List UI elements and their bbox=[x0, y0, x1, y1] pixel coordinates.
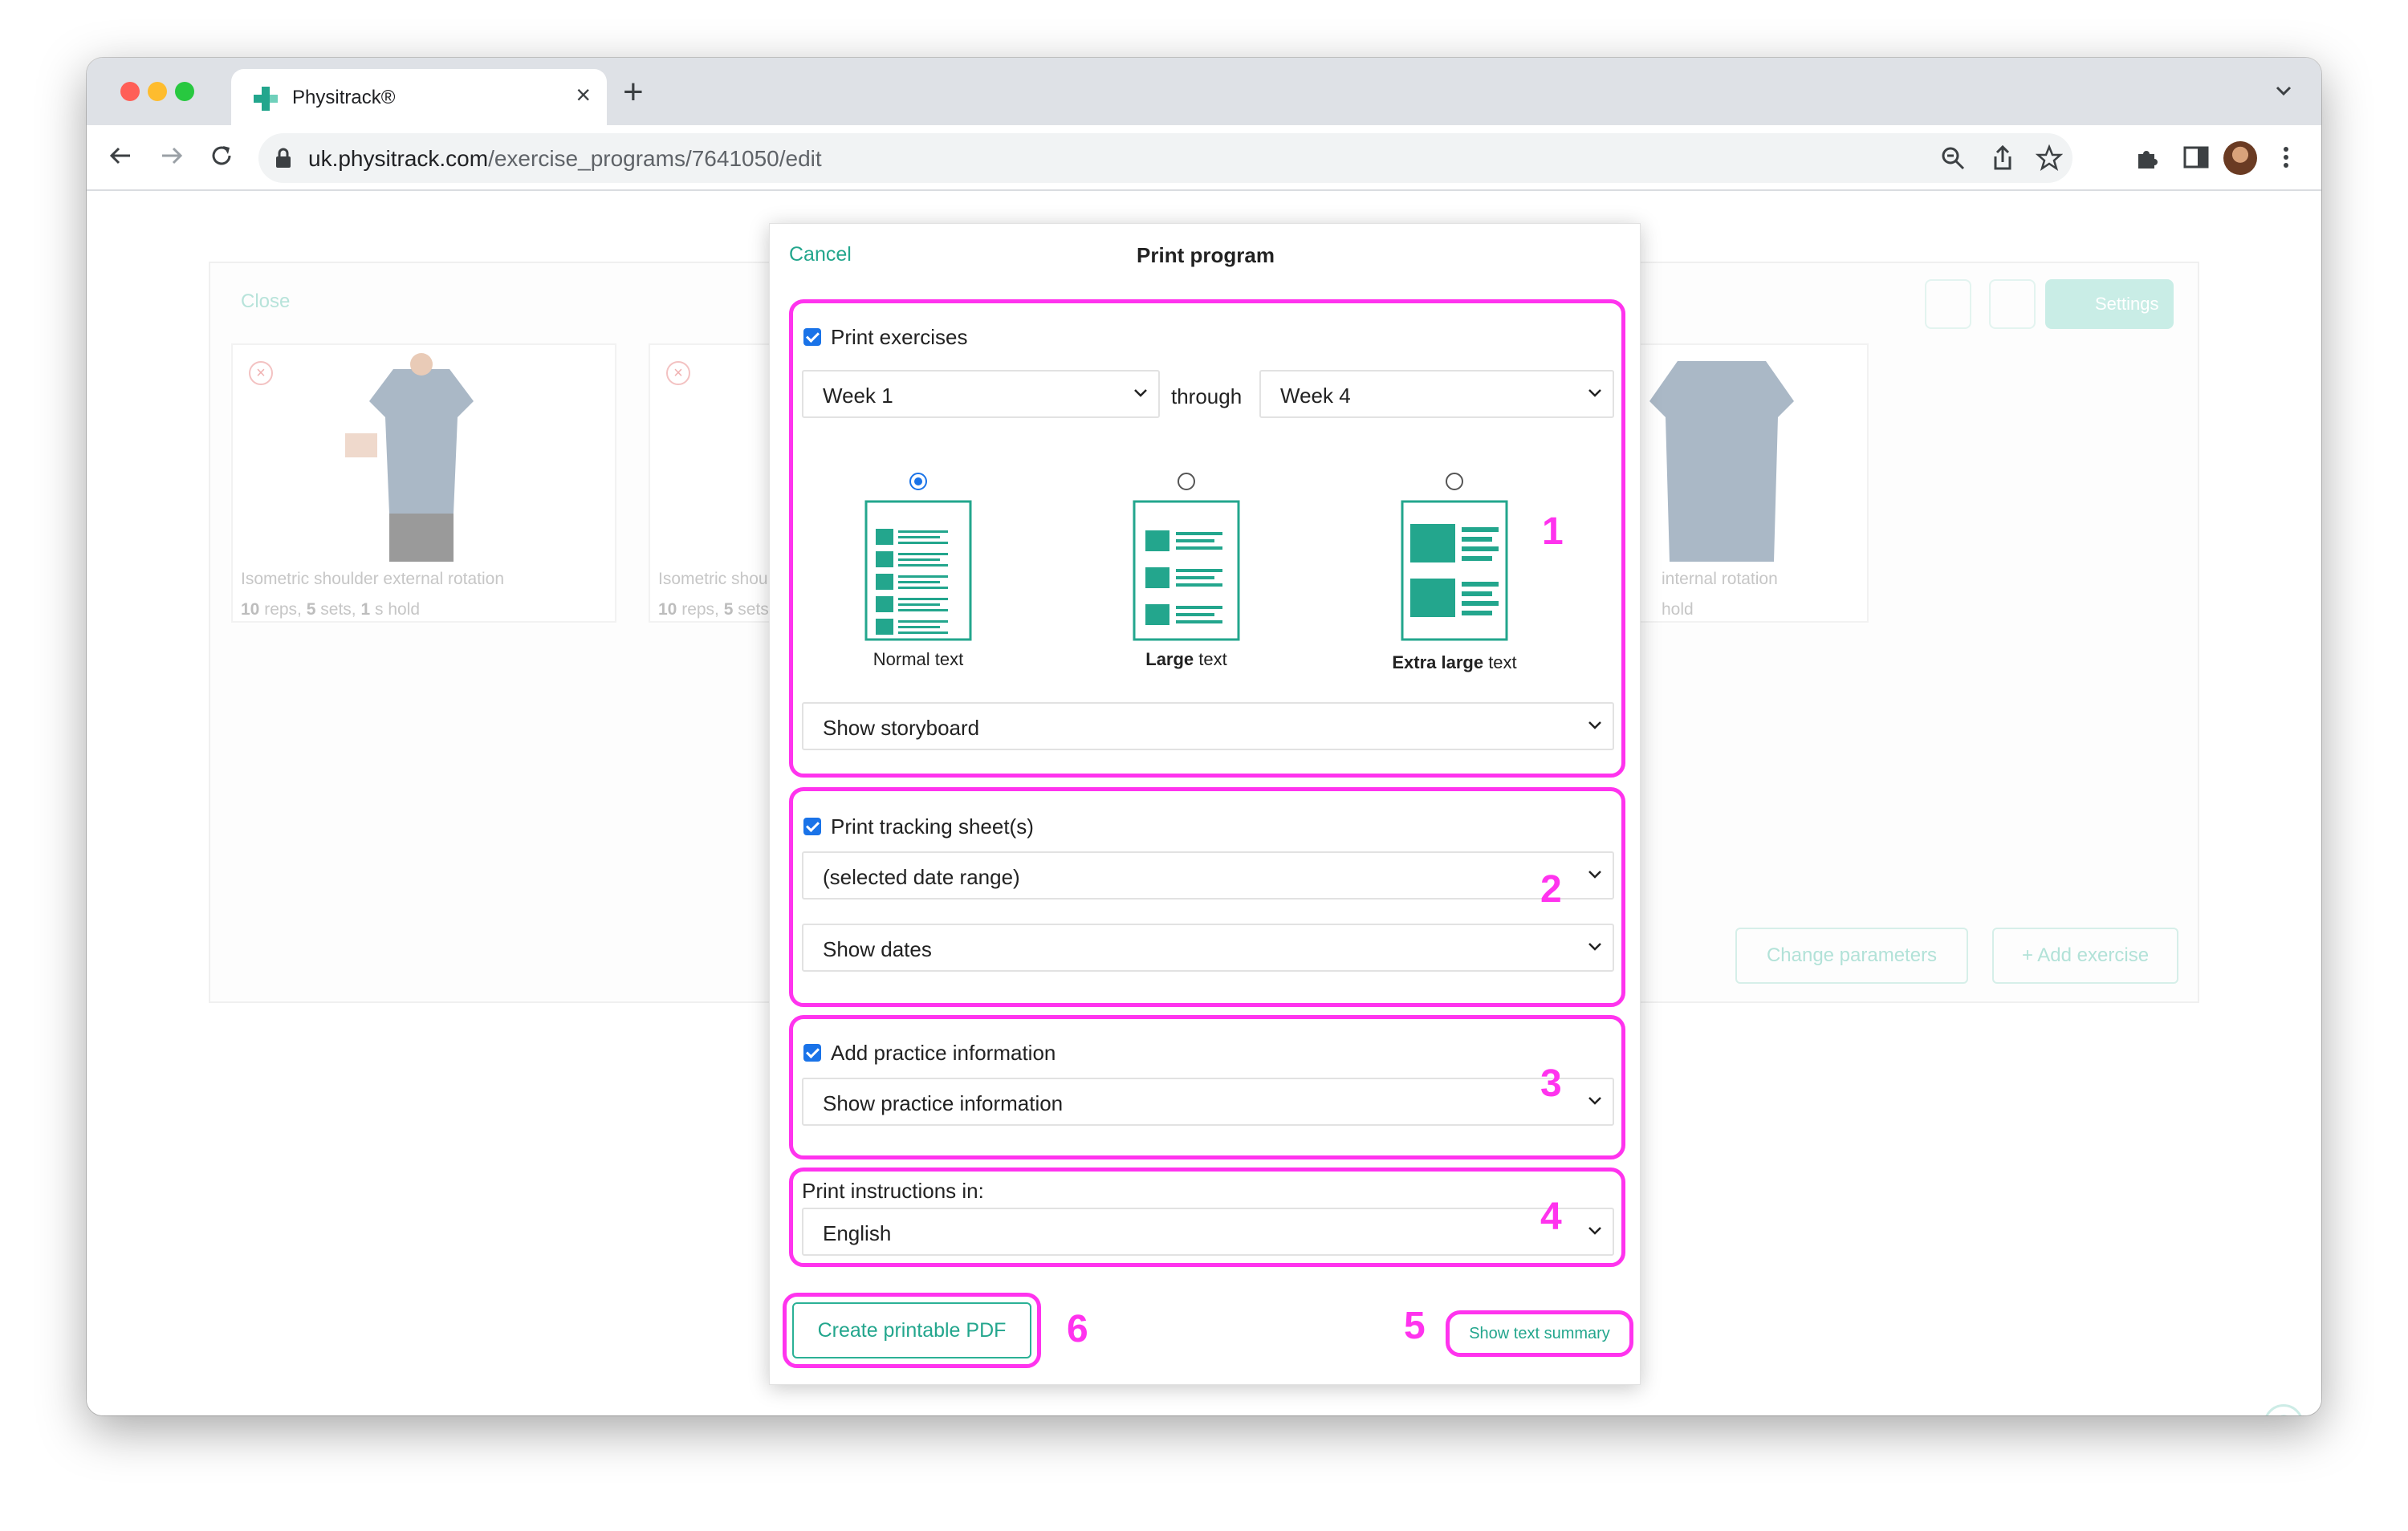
lock-icon[interactable] bbox=[275, 148, 292, 169]
profile-avatar[interactable] bbox=[2223, 141, 2257, 175]
bookmark-star-icon[interactable] bbox=[2036, 144, 2063, 172]
add-exercise-button[interactable]: + Add exercise bbox=[1992, 928, 2178, 984]
url-host: uk.physitrack.com bbox=[308, 146, 489, 171]
remove-exercise-icon[interactable]: × bbox=[249, 361, 273, 385]
chevron-down-icon bbox=[1588, 943, 1601, 951]
print-tracking-label: Print tracking sheet(s) bbox=[831, 814, 1034, 839]
print-program-dialog: Cancel Print program Print exercises Wee… bbox=[769, 223, 1641, 1385]
large-text-caption: Large text bbox=[1145, 649, 1227, 669]
chevron-down-icon bbox=[1588, 1227, 1601, 1235]
forward-icon[interactable] bbox=[156, 140, 188, 172]
extensions-icon[interactable] bbox=[2133, 143, 2162, 172]
large-text-radio[interactable] bbox=[1178, 473, 1195, 490]
copy-program-button[interactable] bbox=[1925, 279, 1971, 329]
back-icon[interactable] bbox=[104, 140, 136, 172]
exercise-image bbox=[1649, 361, 1794, 562]
add-practice-info-label: Add practice information bbox=[831, 1041, 1056, 1065]
chevron-down-icon bbox=[1134, 389, 1147, 397]
extra-large-text-radio[interactable] bbox=[1446, 473, 1463, 490]
tab-search-chevron-icon[interactable] bbox=[2272, 79, 2296, 103]
dialog-title: Print program bbox=[1137, 243, 1275, 267]
print-instructions-label: Print instructions in: bbox=[802, 1179, 984, 1203]
reload-icon[interactable] bbox=[205, 140, 238, 172]
annotation-number-4: 4 bbox=[1540, 1196, 1562, 1238]
add-practice-info-checkbox[interactable] bbox=[803, 1044, 821, 1062]
print-tracking-checkbox[interactable] bbox=[803, 818, 821, 835]
remove-exercise-icon[interactable]: × bbox=[666, 361, 690, 385]
close-window-button[interactable] bbox=[120, 82, 140, 101]
date-range-select[interactable]: (selected date range) bbox=[802, 851, 1614, 900]
exercise-dose: 10 reps, 5 sets, 1 s hold bbox=[241, 600, 421, 619]
print-program-button[interactable] bbox=[1989, 279, 2036, 329]
chevron-down-icon bbox=[1588, 721, 1601, 729]
practice-info-value: Show practice information bbox=[823, 1091, 1064, 1115]
exercise-name: internal rotation bbox=[1662, 570, 1778, 588]
exercise-card[interactable]: × Isometric shoulder external rotation 1… bbox=[231, 343, 616, 623]
normal-text-caption: Normal text bbox=[872, 649, 964, 669]
address-bar[interactable]: uk.physitrack.com/exercise_programs/7641… bbox=[258, 133, 2072, 183]
to-week-select[interactable]: Week 4 bbox=[1259, 370, 1614, 418]
browser-tab[interactable]: Physitrack® × bbox=[231, 69, 607, 125]
language-select[interactable]: English bbox=[802, 1208, 1614, 1256]
from-week-value: Week 1 bbox=[823, 384, 893, 408]
tab-title: Physitrack® bbox=[292, 87, 396, 108]
through-label: through bbox=[1171, 384, 1243, 408]
url-path: /exercise_programs/7641050/edit bbox=[488, 146, 822, 171]
practice-info-select[interactable]: Show practice information bbox=[802, 1078, 1614, 1126]
extra-large-text-caption: Extra large text bbox=[1392, 652, 1517, 672]
normal-text-radio[interactable] bbox=[909, 473, 927, 490]
browser-toolbar: uk.physitrack.com/exercise_programs/7641… bbox=[87, 125, 2321, 191]
annotation-number-3: 3 bbox=[1540, 1062, 1562, 1105]
create-printable-pdf-button[interactable]: Create printable PDF bbox=[792, 1302, 1031, 1358]
exercise-dose: hold bbox=[1662, 600, 1694, 619]
print-exercises-label: Print exercises bbox=[831, 325, 968, 349]
zoom-icon[interactable] bbox=[1939, 144, 1967, 172]
storyboard-select[interactable]: Show storyboard bbox=[802, 702, 1614, 750]
to-week-value: Week 4 bbox=[1280, 384, 1351, 408]
storyboard-value: Show storyboard bbox=[823, 716, 980, 740]
annotation-number-5: 5 bbox=[1404, 1305, 1426, 1347]
physitrack-logo-icon bbox=[254, 87, 278, 111]
new-tab-icon[interactable]: + bbox=[623, 72, 644, 112]
large-text-layout-icon[interactable] bbox=[1133, 500, 1240, 641]
minimize-window-button[interactable] bbox=[148, 82, 167, 101]
show-dates-value: Show dates bbox=[823, 937, 932, 961]
show-dates-select[interactable]: Show dates bbox=[802, 924, 1614, 972]
more-menu-icon[interactable] bbox=[2272, 143, 2300, 172]
exercise-image bbox=[345, 353, 474, 562]
maximize-window-button[interactable] bbox=[175, 82, 194, 101]
settings-button[interactable]: Settings bbox=[2045, 279, 2174, 329]
chevron-down-icon bbox=[1588, 871, 1601, 879]
help-icon[interactable]: ? bbox=[2264, 1404, 2304, 1415]
show-text-summary-button[interactable]: Show text summary bbox=[1454, 1317, 1625, 1350]
close-tab-icon[interactable]: × bbox=[576, 80, 591, 110]
url-text: uk.physitrack.com/exercise_programs/7641… bbox=[308, 146, 822, 172]
language-value: English bbox=[823, 1221, 892, 1245]
chevron-down-icon bbox=[1588, 389, 1601, 397]
date-range-value: (selected date range) bbox=[823, 865, 1020, 889]
annotation-number-1: 1 bbox=[1542, 510, 1564, 553]
share-icon[interactable] bbox=[1989, 144, 2016, 172]
change-parameters-button[interactable]: Change parameters bbox=[1735, 928, 1968, 984]
annotation-number-6: 6 bbox=[1067, 1308, 1088, 1350]
tab-strip: Physitrack® × + bbox=[87, 58, 2321, 125]
chevron-down-icon bbox=[1588, 1097, 1601, 1105]
annotation-number-2: 2 bbox=[1540, 868, 1562, 911]
normal-text-layout-icon[interactable] bbox=[864, 500, 972, 641]
exercise-name: Isometric shoulder external rotation bbox=[241, 570, 504, 588]
side-panel-icon[interactable] bbox=[2182, 143, 2211, 172]
from-week-select[interactable]: Week 1 bbox=[802, 370, 1160, 418]
print-exercises-checkbox[interactable] bbox=[803, 328, 821, 346]
background-close-link[interactable]: Close bbox=[241, 290, 290, 313]
extra-large-text-layout-icon[interactable] bbox=[1401, 500, 1508, 641]
